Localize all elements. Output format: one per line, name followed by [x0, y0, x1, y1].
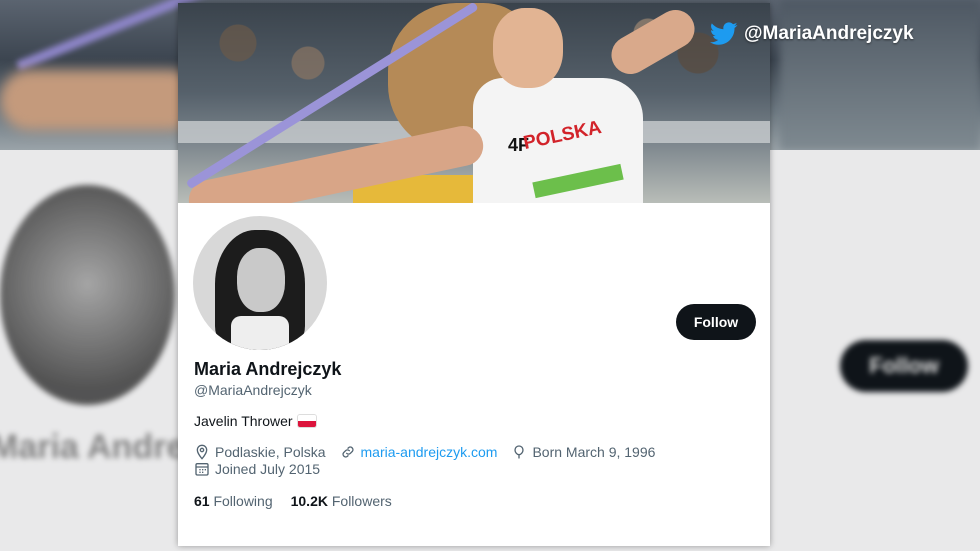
location-text: Podlaskie, Polska: [215, 444, 326, 460]
profile-bio: Javelin Thrower: [194, 413, 316, 429]
profile-meta-row: Podlaskie, Polska maria-andrejczyk.com B…: [194, 444, 669, 460]
profile-banner: 4F POLSKA: [178, 3, 770, 203]
profile-stats: 61 Following 10.2K Followers: [194, 493, 392, 509]
followers-count: 10.2K: [290, 493, 328, 509]
location-pin-icon: [196, 444, 208, 460]
bio-text: Javelin Thrower: [194, 413, 293, 429]
background-avatar-blur: [0, 185, 175, 405]
background-follow-blur: Follow: [840, 340, 968, 392]
profile-card: 4F POLSKA Follow Maria Andrejczyk @Maria…: [178, 3, 770, 546]
avatar-neck: [231, 316, 289, 350]
avatar-face: [237, 248, 285, 312]
background-follow-label: Follow: [869, 353, 939, 378]
followers-stat[interactable]: 10.2K Followers: [291, 493, 392, 509]
website-link[interactable]: maria-andrejczyk.com: [361, 444, 498, 460]
birthday-item: Born March 9, 1996: [511, 444, 655, 460]
joined-text: Joined July 2015: [215, 461, 321, 477]
twitter-watermark: @MariaAndrejczyk: [710, 22, 914, 46]
following-stat[interactable]: 61 Following: [194, 493, 273, 509]
followers-label: Followers: [331, 493, 392, 509]
watermark-handle: @MariaAndrejczyk: [744, 23, 914, 44]
profile-avatar[interactable]: [193, 216, 327, 350]
following-label: Following: [213, 493, 273, 509]
banner-face: [493, 8, 563, 88]
balloon-icon: [514, 445, 525, 459]
profile-name: Maria Andrejczyk: [194, 359, 342, 379]
twitter-bird-icon: [710, 22, 738, 45]
website-item[interactable]: maria-andrejczyk.com: [340, 444, 498, 460]
follow-button[interactable]: Follow: [676, 304, 756, 340]
following-count: 61: [194, 493, 210, 509]
poland-flag-icon: [297, 415, 316, 427]
background-arm-blur: [0, 70, 200, 130]
calendar-icon: [195, 463, 209, 476]
joined-item: Joined July 2015: [194, 461, 320, 477]
link-icon: [341, 446, 354, 458]
location-item: Podlaskie, Polska: [194, 444, 326, 460]
profile-joined-row: Joined July 2015: [194, 461, 334, 477]
birthday-text: Born March 9, 1996: [532, 444, 656, 460]
profile-handle: @MariaAndrejczyk: [194, 382, 312, 398]
